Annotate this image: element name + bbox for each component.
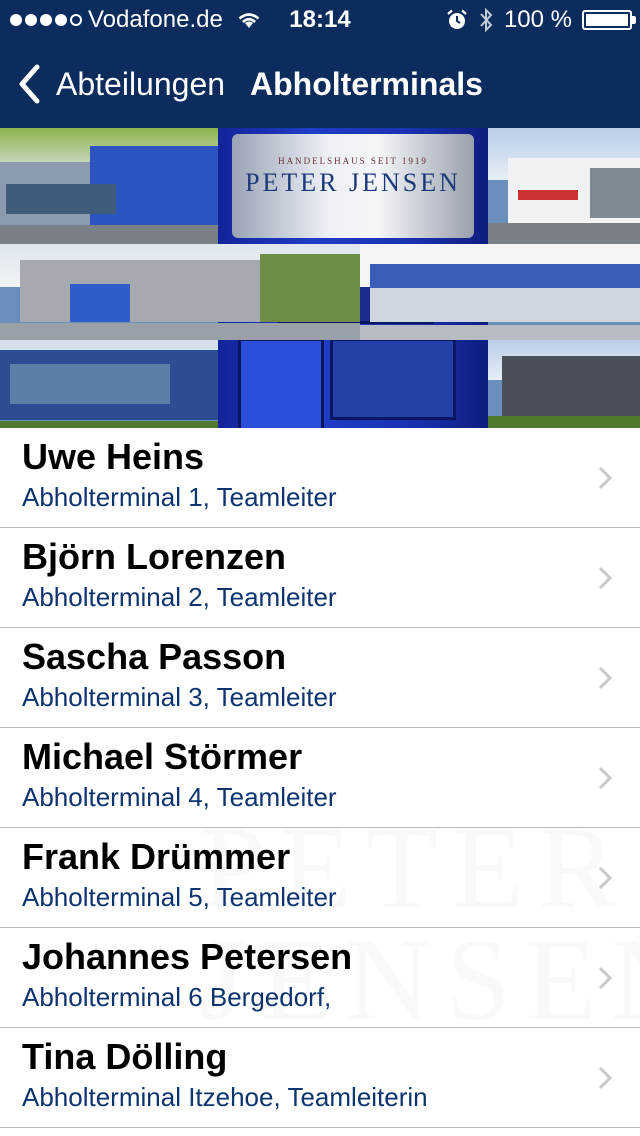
battery-level	[586, 14, 628, 26]
chevron-right-icon	[598, 566, 612, 590]
sign-window	[330, 338, 456, 420]
contact-name: Johannes Petersen	[22, 936, 353, 977]
contact-role: Abholterminal 3, Teamleiter	[22, 682, 337, 712]
status-bar: Vodafone.de 18:14 100 %	[0, 0, 640, 40]
photo-tile	[0, 340, 218, 428]
chevron-right-icon	[598, 766, 612, 790]
chevron-right-icon	[598, 666, 612, 690]
chevron-right-icon	[598, 866, 612, 890]
contact-name: Michael Störmer	[22, 736, 303, 777]
battery-percent: 100 %	[503, 6, 572, 33]
bluetooth-icon	[480, 7, 493, 33]
chevron-right-icon	[598, 966, 612, 990]
status-right: 100 %	[446, 0, 636, 40]
photo-tile	[0, 244, 360, 340]
page-title: Abholterminals	[250, 66, 483, 102]
photo-tile	[488, 128, 640, 244]
contact-role: Abholterminal 2, Teamleiter	[22, 582, 337, 612]
sign-logo-text: PETER JENSEN	[245, 168, 461, 197]
contact-name: Sascha Passon	[22, 636, 287, 677]
photo-tile	[360, 244, 640, 340]
contact-list: Uwe Heins Abholterminal 1, Teamleiter Bj…	[0, 428, 640, 1128]
back-button[interactable]: Abteilungen	[16, 40, 225, 128]
list-item[interactable]: Björn Lorenzen Abholterminal 2, Teamleit…	[0, 528, 640, 628]
battery-icon	[582, 10, 636, 30]
back-button-label: Abteilungen	[56, 65, 226, 102]
sign-panel: HANDELSHAUS SEIT 1919 PETER JENSEN	[232, 134, 474, 238]
navigation-bar: Abteilungen Abholterminals	[0, 40, 640, 128]
contact-name: Björn Lorenzen	[22, 536, 287, 577]
list-item[interactable]: Michael Störmer Abholterminal 4, Teamlei…	[0, 728, 640, 828]
contact-name: Frank Drümmer	[22, 836, 291, 877]
contact-role: Abholterminal 4, Teamleiter	[22, 782, 337, 812]
list-item[interactable]: Johannes Petersen Abholterminal 6 Berged…	[0, 928, 640, 1028]
sign-window	[238, 338, 324, 428]
photo-tile	[0, 128, 218, 244]
alarm-icon	[447, 9, 467, 29]
contact-role: Abholterminal Itzehoe, Teamleiterin	[22, 1082, 428, 1112]
chevron-left-icon	[19, 64, 40, 104]
contact-role: Abholterminal 1, Teamleiter	[22, 482, 337, 512]
sign-tagline: HANDELSHAUS SEIT 1919	[278, 156, 428, 166]
chevron-right-icon	[598, 466, 612, 490]
list-item[interactable]: Uwe Heins Abholterminal 1, Teamleiter	[0, 428, 640, 528]
contact-name: Tina Dölling	[22, 1036, 228, 1077]
contact-role: Abholterminal 5, Teamleiter	[22, 882, 337, 912]
list-item[interactable]: Frank Drümmer Abholterminal 5, Teamleite…	[0, 828, 640, 928]
contact-name: Uwe Heins	[22, 436, 205, 477]
list-item[interactable]: Tina Dölling Abholterminal Itzehoe, Team…	[0, 1028, 640, 1128]
photo-tile	[488, 340, 640, 428]
header-photo-collage: HANDELSHAUS SEIT 1919 PETER JENSEN	[0, 128, 640, 428]
list-item[interactable]: Sascha Passon Abholterminal 3, Teamleite…	[0, 628, 640, 728]
chevron-right-icon	[598, 1066, 612, 1090]
contact-role: Abholterminal 6 Bergedorf,	[22, 982, 332, 1012]
